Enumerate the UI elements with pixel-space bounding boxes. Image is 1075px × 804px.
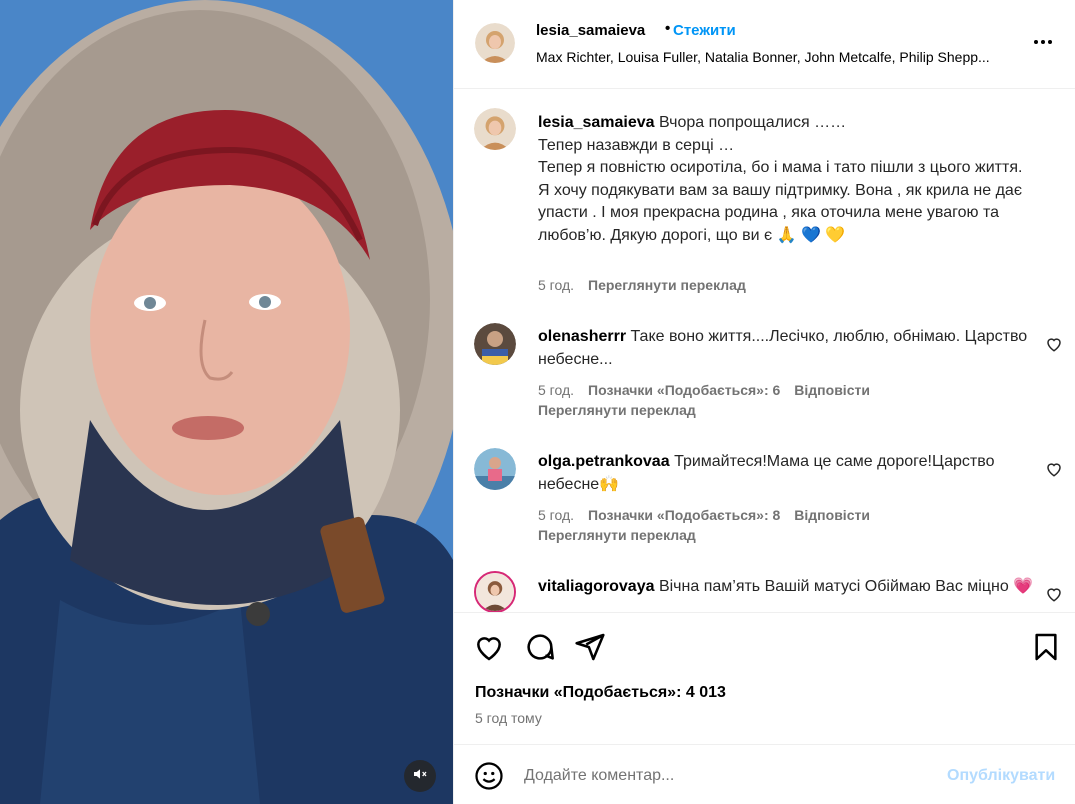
like-comment-icon[interactable]	[1045, 460, 1063, 478]
comment-body: Вічна пам’ять Вашій матусі Обіймаю Вас м…	[658, 578, 1034, 595]
likes-count[interactable]: Позначки «Подобається»: 8	[588, 507, 780, 523]
caption-line: Вчора попрощалися ……	[659, 114, 847, 131]
share-icon	[574, 633, 606, 667]
avatar[interactable]	[474, 323, 516, 365]
audio-attribution[interactable]: Max Richter, Louisa Fuller, Natalia Bonn…	[536, 49, 1016, 65]
comments-list[interactable]: lesia_samaieva Вчора попрощалися …… Тепе…	[454, 90, 1075, 612]
comment-meta: 5 год. Позначки «Подобається»: 8 Відповіст…	[538, 507, 870, 523]
bookmark-icon	[1030, 633, 1062, 667]
reply-button[interactable]: Відповісти	[794, 382, 870, 398]
see-translation-button[interactable]: Переглянути переклад	[538, 402, 696, 418]
timestamp[interactable]: 5 год.	[538, 507, 574, 523]
author-username[interactable]: lesia_samaieva	[536, 22, 645, 39]
heart-icon	[473, 637, 505, 667]
post-actions: Позначки «Подобається»: 4 013 5 год тому	[454, 612, 1075, 744]
separator-dot: •	[665, 20, 671, 37]
mute-button[interactable]	[404, 760, 436, 792]
save-button[interactable]	[1030, 631, 1062, 663]
like-comment-icon[interactable]	[1045, 585, 1063, 603]
comment-username[interactable]: vitaliagorovaya	[538, 578, 655, 595]
caption-line: Тепер я повністю осиротіла, бо і мама і …	[538, 159, 1023, 176]
comment-text: olenasherrr Таке воно життя....Лесічко, …	[538, 326, 1038, 371]
see-translation-button[interactable]: Переглянути переклад	[588, 277, 746, 293]
caption-text: lesia_samaieva Вчора попрощалися …… Тепе…	[538, 112, 1038, 247]
see-translation-button[interactable]: Переглянути переклад	[538, 527, 696, 543]
emoji-button[interactable]	[474, 761, 504, 791]
add-comment-bar: Опублікувати	[454, 744, 1075, 804]
comment-button[interactable]	[524, 631, 556, 663]
caption-line: Я хочу подякувати вам за вашу підтримку.…	[538, 181, 1022, 244]
comment-text: vitaliagorovaya Вічна пам’ять Вашій мату…	[538, 576, 1038, 599]
caption-line: Тепер назавжди в серці …	[538, 136, 735, 154]
caption-meta: 5 год. Переглянути переклад	[538, 277, 746, 293]
likes-count[interactable]: Позначки «Подобається»: 4 013	[475, 684, 726, 702]
post-panel: lesia_samaieva • Стежити Max Richter, Lo…	[453, 0, 1075, 804]
publish-button[interactable]: Опублікувати	[947, 767, 1055, 785]
like-comment-icon[interactable]	[1045, 335, 1063, 353]
comment-username[interactable]: olenasherrr	[538, 328, 626, 345]
comment-input[interactable]	[524, 763, 924, 789]
avatar[interactable]	[474, 571, 516, 612]
comment-text: olga.petrankovaa Тримайтеся!Мама це саме…	[538, 451, 1038, 496]
more-horizontal-icon	[1031, 30, 1055, 59]
caption-username[interactable]: lesia_samaieva	[538, 114, 655, 131]
emoji-icon	[474, 762, 504, 795]
timestamp[interactable]: 5 год.	[538, 382, 574, 398]
comment-username[interactable]: olga.petrankovaa	[538, 453, 670, 470]
timestamp[interactable]: 5 год.	[538, 277, 574, 293]
avatar[interactable]	[474, 448, 516, 490]
reply-button[interactable]: Відповісти	[794, 507, 870, 523]
more-options-button[interactable]	[1029, 30, 1057, 58]
sound-off-icon	[412, 766, 428, 787]
post-media[interactable]	[0, 0, 453, 804]
comment-icon	[524, 634, 556, 667]
share-button[interactable]	[574, 631, 606, 663]
follow-button[interactable]: Стежити	[673, 22, 736, 39]
post-timestamp[interactable]: 5 год тому	[475, 710, 542, 726]
avatar[interactable]	[475, 23, 515, 63]
avatar[interactable]	[474, 108, 516, 150]
post-photo	[0, 0, 453, 804]
comment-meta: 5 год. Позначки «Подобається»: 6 Відповіст…	[538, 382, 870, 398]
post-header: lesia_samaieva • Стежити Max Richter, Lo…	[454, 0, 1075, 89]
like-button[interactable]	[473, 631, 505, 663]
likes-count[interactable]: Позначки «Подобається»: 6	[588, 382, 780, 398]
